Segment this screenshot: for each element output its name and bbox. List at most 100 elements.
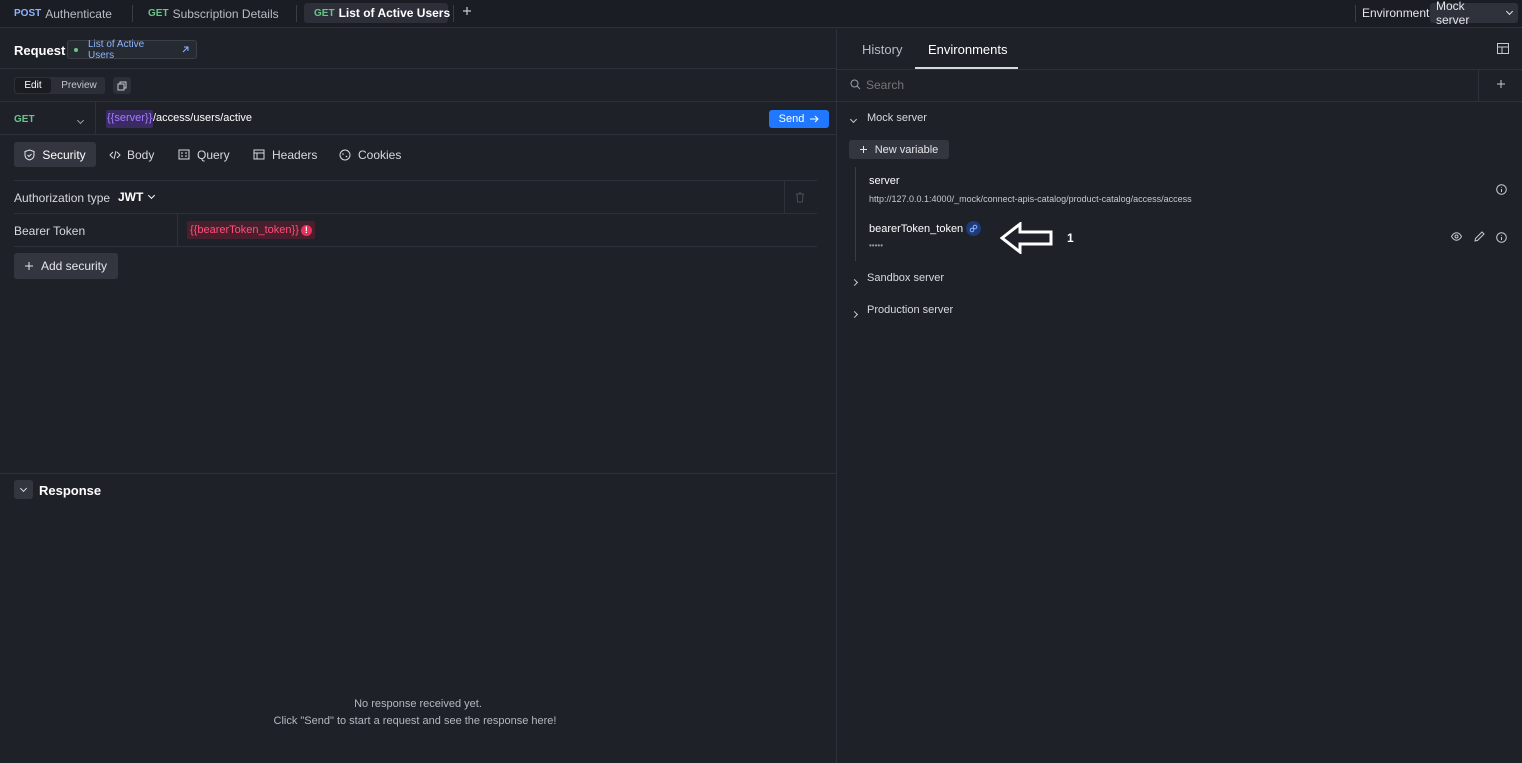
expand-mock-server[interactable] bbox=[849, 111, 858, 125]
empty-response-line2: Click "Send" to start a request and see … bbox=[273, 715, 557, 727]
subtab-label: Query bbox=[197, 147, 230, 162]
linked-request-chip[interactable]: List of Active Users bbox=[67, 38, 197, 61]
environment-value: Mock server bbox=[1436, 0, 1470, 27]
edit-button[interactable]: Edit bbox=[15, 78, 51, 93]
cookie-icon bbox=[339, 149, 351, 160]
url-path[interactable]: /access/users/active bbox=[153, 112, 252, 124]
linked-request-name: List of Active Users bbox=[88, 38, 145, 61]
variable-info-button[interactable] bbox=[1496, 232, 1507, 243]
authorization-type-value: JWT bbox=[118, 190, 144, 204]
plus-icon bbox=[1497, 80, 1505, 88]
variable-value-server: http://127.0.0.1:4000/_mock/connect-apis… bbox=[869, 194, 1192, 204]
subtab-cookies[interactable]: Cookies bbox=[339, 142, 401, 167]
divider bbox=[1478, 70, 1479, 101]
variable-name-server: server bbox=[869, 175, 900, 187]
empty-response-line1: No response received yet. bbox=[354, 698, 482, 710]
arrow-right-icon bbox=[810, 115, 820, 123]
layout-toggle-button[interactable] bbox=[1497, 43, 1509, 54]
plus-icon bbox=[24, 262, 33, 270]
annotation-arrow-icon bbox=[1000, 222, 1054, 254]
annotation-number: 1 bbox=[1067, 231, 1074, 245]
copy-button[interactable] bbox=[113, 77, 131, 94]
subtab-headers[interactable]: Headers bbox=[253, 142, 317, 167]
add-tab-button[interactable] bbox=[462, 6, 472, 16]
bearer-token-input[interactable]: {{bearerToken_token}} ! bbox=[187, 221, 315, 239]
subtab-label: Cookies bbox=[358, 147, 402, 162]
info-icon bbox=[1496, 232, 1507, 243]
environment-select[interactable]: Mock server bbox=[1430, 0, 1518, 27]
variable-value-bearer-token: ••••• bbox=[869, 241, 884, 250]
method-badge: GET bbox=[314, 7, 335, 19]
divider bbox=[14, 213, 817, 214]
tab-list-of-active-users[interactable]: GET List of Active Users bbox=[304, 3, 451, 23]
tab-authenticate[interactable]: POST Authenticate bbox=[4, 0, 122, 27]
collapse-response-button[interactable] bbox=[14, 480, 33, 499]
plus-icon bbox=[463, 7, 471, 15]
send-button[interactable]: Send bbox=[769, 110, 829, 128]
show-value-button[interactable] bbox=[1451, 232, 1462, 241]
expand-sandbox-server[interactable] bbox=[850, 274, 859, 288]
send-label: Send bbox=[778, 113, 805, 125]
add-security-button[interactable]: Add security bbox=[14, 253, 118, 279]
request-title: Request bbox=[14, 43, 66, 58]
eye-icon bbox=[1451, 232, 1462, 241]
method-select-value: GET bbox=[14, 114, 35, 125]
divider bbox=[14, 246, 817, 247]
divider bbox=[837, 69, 1522, 70]
panel-divider bbox=[836, 29, 837, 763]
tab-environments[interactable]: Environments bbox=[928, 42, 1007, 57]
tab-divider bbox=[1355, 5, 1356, 22]
method-badge: GET bbox=[148, 8, 169, 19]
divider bbox=[95, 102, 96, 134]
divider bbox=[837, 101, 1522, 102]
expand-production-server[interactable] bbox=[850, 306, 859, 320]
search-icon bbox=[850, 79, 861, 90]
subtab-query[interactable]: Query bbox=[178, 142, 230, 167]
divider bbox=[177, 214, 178, 246]
authorization-type-select[interactable]: JWT bbox=[118, 190, 156, 204]
chevron-down-icon bbox=[76, 116, 85, 125]
divider bbox=[0, 134, 836, 135]
authorization-type-label: Authorization type bbox=[14, 191, 111, 205]
tab-label: Subscription Details bbox=[172, 6, 279, 21]
add-security-label: Add security bbox=[40, 259, 108, 273]
tab-label: List of Active Users bbox=[338, 6, 451, 20]
shield-icon bbox=[24, 148, 35, 161]
divider bbox=[14, 180, 817, 181]
trash-icon bbox=[796, 192, 804, 203]
chevron-down-icon bbox=[849, 115, 858, 124]
add-environment-button[interactable] bbox=[1497, 80, 1505, 88]
panel-layout-icon bbox=[1497, 43, 1509, 54]
chevron-down-icon bbox=[1505, 7, 1514, 16]
chevron-right-icon bbox=[850, 310, 859, 319]
environment-group-sandbox-server[interactable]: Sandbox server bbox=[867, 272, 944, 284]
preview-button[interactable]: Preview bbox=[54, 78, 104, 93]
edit-variable-button[interactable] bbox=[1474, 231, 1485, 242]
search-input[interactable] bbox=[866, 77, 1466, 93]
tab-divider bbox=[453, 5, 454, 22]
tab-label: Authenticate bbox=[45, 6, 112, 21]
subtab-body[interactable]: Body bbox=[109, 142, 154, 167]
variable-info-button[interactable] bbox=[1496, 184, 1507, 195]
query-icon bbox=[178, 149, 190, 160]
subtab-label: Security bbox=[42, 147, 86, 162]
method-select[interactable] bbox=[76, 112, 85, 126]
delete-button[interactable] bbox=[795, 192, 805, 203]
subtab-security[interactable]: Security bbox=[14, 142, 96, 167]
divider bbox=[0, 68, 836, 69]
tab-subscription-details[interactable]: GET Subscription Details bbox=[138, 0, 289, 27]
environment-group-mock-server[interactable]: Mock server bbox=[867, 112, 927, 124]
subtab-label: Headers bbox=[272, 147, 318, 162]
chevron-down-icon bbox=[148, 191, 156, 200]
environment-group-production-server[interactable]: Production server bbox=[867, 304, 953, 316]
tab-divider bbox=[132, 5, 133, 22]
url-variable[interactable]: {{server}} bbox=[106, 110, 154, 128]
linked-variable-icon bbox=[966, 221, 981, 236]
copy-icon bbox=[117, 81, 127, 90]
new-variable-button[interactable]: New variable bbox=[849, 140, 949, 159]
environment-label: Environment bbox=[1362, 6, 1430, 20]
error-icon: ! bbox=[300, 224, 312, 236]
tab-divider bbox=[296, 5, 297, 22]
tab-history[interactable]: History bbox=[862, 42, 902, 57]
new-variable-label: New variable bbox=[874, 143, 939, 156]
